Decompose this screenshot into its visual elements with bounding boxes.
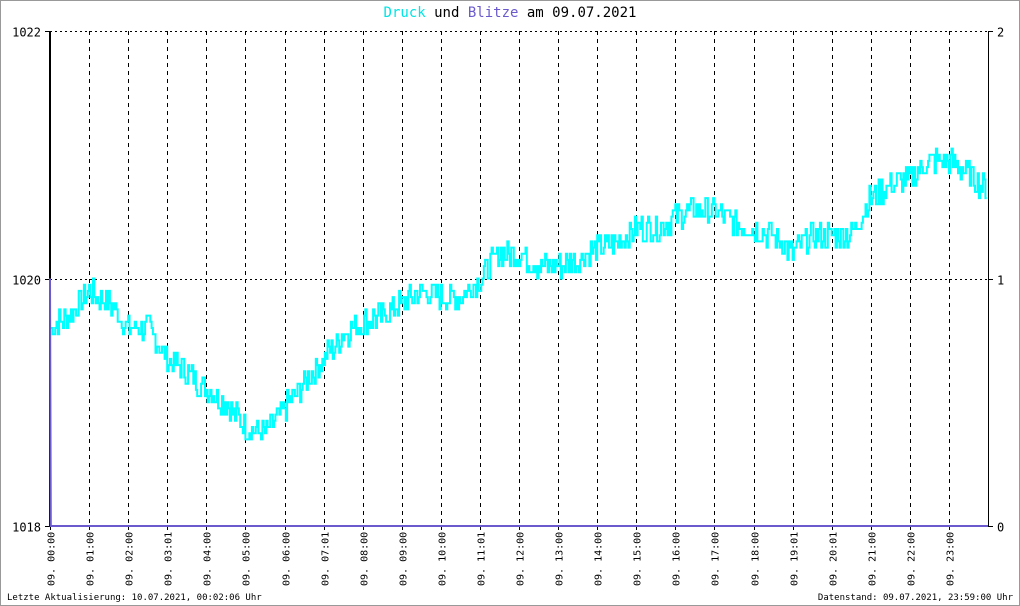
chart-image: Druck und Blitze am 09.07.2021 09. 00:00…: [0, 0, 1020, 606]
y-left-label: 1018: [12, 521, 41, 535]
x-tick-label: 09. 03:01: [164, 532, 175, 586]
y-right-label: 1: [997, 274, 1004, 288]
y-right-label: 0: [997, 521, 1004, 535]
x-tick-label: 09. 02:00: [125, 532, 136, 586]
x-tick-label: 09. 20:01: [829, 532, 840, 586]
x-tick-label: 09. 06:00: [282, 532, 293, 586]
x-tick-label: 09. 17:00: [711, 532, 722, 586]
x-tick-label: 09. 22:00: [907, 532, 918, 586]
x-tick-label: 09. 15:00: [633, 532, 644, 586]
x-tick-label: 09. 13:00: [555, 532, 566, 586]
x-tick-label: 09. 21:00: [868, 532, 879, 586]
x-tick-label: 09. 14:00: [594, 532, 605, 586]
x-tick-label: 09. 12:00: [516, 532, 527, 586]
x-tick-label: 09. 10:00: [438, 532, 449, 586]
x-tick-label: 09. 07:01: [321, 532, 332, 586]
x-tick-label: 09. 18:00: [751, 532, 762, 586]
plot-area: 09. 00:00 09. 01:00 09. 02:00 09. 03:01 09. …: [12, 26, 1004, 587]
y-left-label: 1020: [12, 274, 41, 288]
y-left-label: 1022: [12, 26, 41, 40]
druck-series-line: [50, 147, 987, 441]
x-tick-label: 09. 19:01: [790, 532, 801, 586]
x-tick-label: 09. 23:00: [946, 532, 957, 586]
x-tick-label: 09. 16:00: [672, 532, 683, 586]
x-tick-label: 09. 04:00: [203, 532, 214, 586]
x-tick-label: 09. 05:00: [242, 532, 253, 586]
x-tick-label: 09. 01:00: [86, 532, 97, 586]
x-tick-label: 09. 11:01: [477, 532, 488, 586]
y-right-label: 2: [997, 26, 1004, 40]
last-update: Letzte Aktualisierung: 10.07.2021, 00:02…: [7, 593, 262, 603]
x-tick-label: 09. 00:00: [47, 532, 58, 586]
data-status: Datenstand: 09.07.2021, 23:59:00 Uhr: [817, 593, 1013, 603]
x-tick-label: 09. 08:00: [360, 532, 371, 586]
x-tick-label: 09. 09:00: [399, 532, 410, 586]
